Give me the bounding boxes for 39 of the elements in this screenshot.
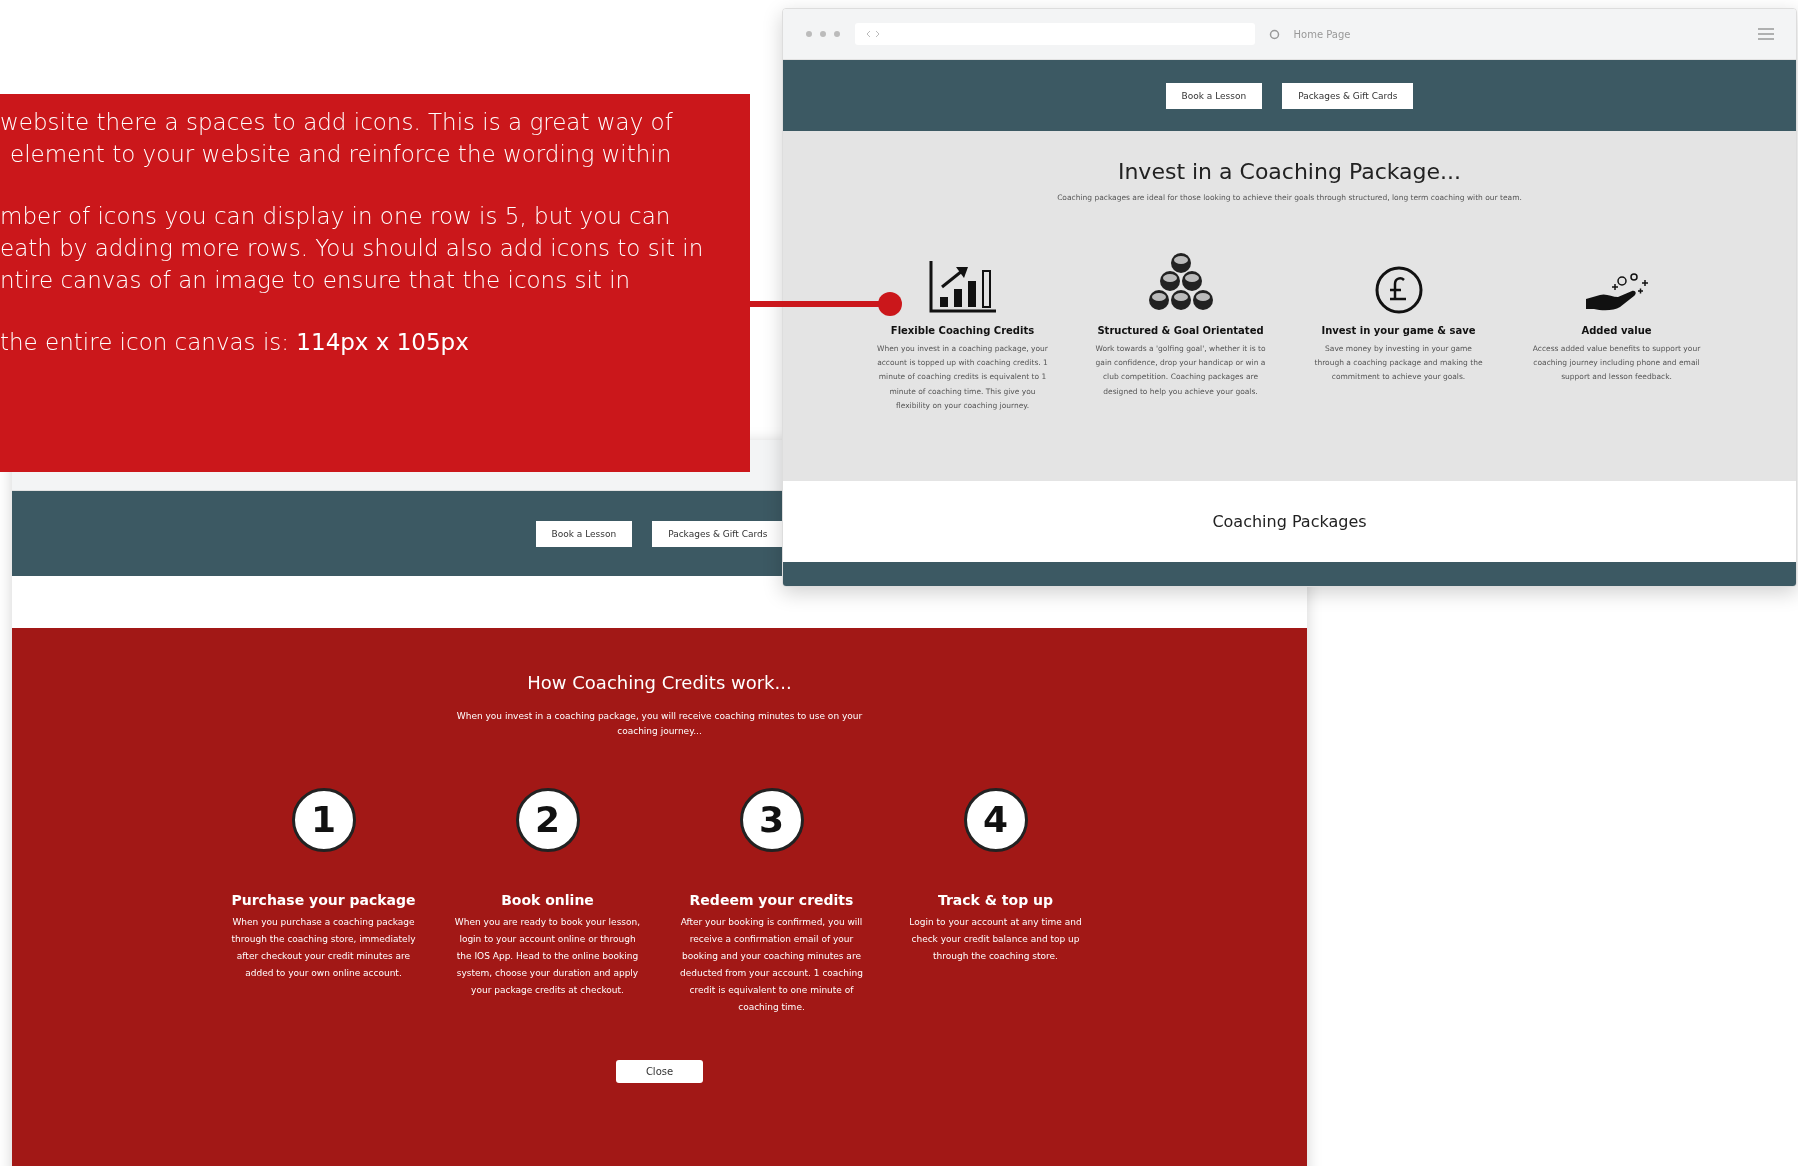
page-title: Home Page [1293, 28, 1351, 40]
nav-button[interactable]: Book a Lesson [535, 520, 633, 547]
step-title: Book online [501, 891, 594, 908]
menu-icon[interactable] [1758, 28, 1774, 40]
step-number: 1 [291, 787, 356, 852]
window-dots-icon [805, 30, 841, 38]
settings-icon [1268, 28, 1280, 40]
step-title: Track & top up [937, 891, 1054, 908]
nav-button[interactable]: Book a Lesson [1165, 82, 1263, 109]
section-title: Invest in a Coaching Package... [1117, 159, 1462, 184]
feature-title: Structured & Goal Orientated [1097, 324, 1264, 336]
address-bar[interactable] [855, 23, 1255, 45]
close-button[interactable]: Close [615, 1060, 704, 1084]
step-title: Redeem your credits [689, 891, 854, 908]
callout-text: eath by adding more rows. You should also add icons to sit in [0, 234, 705, 263]
feature-title: Flexible Coaching Credits [890, 324, 1035, 336]
callout-text: website there a spaces to add icons. This is a great way of [0, 108, 674, 137]
callout-text: ntire canvas of an image to ensure that the icons sit in [0, 266, 632, 295]
pound-coin-icon [1373, 264, 1424, 315]
step-number: 4 [963, 787, 1028, 852]
bar-chart-icon [927, 258, 998, 315]
step-description: Login to your account at any time and check your credit balance and top up through the coaching store. [908, 915, 1083, 963]
section-heading: Coaching Packages [1212, 512, 1367, 531]
callout-text: the entire icon canvas is: 114px x 105px [0, 328, 470, 357]
step-title: Purchase your package [231, 891, 416, 908]
back-forward-icon [865, 30, 881, 38]
step-description: After your booking is confirmed, you will receive a confirmation email of your booking and your coaching minutes are deducted from your account. 1 coaching credit is equivalent to one minute of coaching time. [679, 915, 864, 1015]
nav-button[interactable]: Packages & Gift Cards [1282, 82, 1414, 109]
feature-title: Invest in your game & save [1321, 324, 1476, 336]
step-number: 2 [515, 787, 580, 852]
nav-button[interactable]: Packages & Gift Cards [652, 520, 784, 547]
section-subtitle: When you invest in a coaching package, you will receive coaching minutes to use on your coaching journey... [455, 710, 864, 739]
feature-title: Added value [1581, 324, 1652, 336]
step-number: 3 [739, 787, 804, 852]
section-title: How Coaching Credits work... [527, 672, 792, 693]
callout-text: mber of icons you can display in one row is 5, but you can [0, 202, 672, 231]
step-description: When you are ready to book your lesson, login to your account online or through the IOS App. Head to the online booking system, choose your duration and apply your package credits at checkout. [453, 915, 642, 997]
callout-text: element to your website and reinforce the wording within [9, 140, 673, 169]
step-description: When you purchase a coaching package through the coaching store, immediately after checkout your credit minutes are added to your own online account. [230, 915, 417, 980]
